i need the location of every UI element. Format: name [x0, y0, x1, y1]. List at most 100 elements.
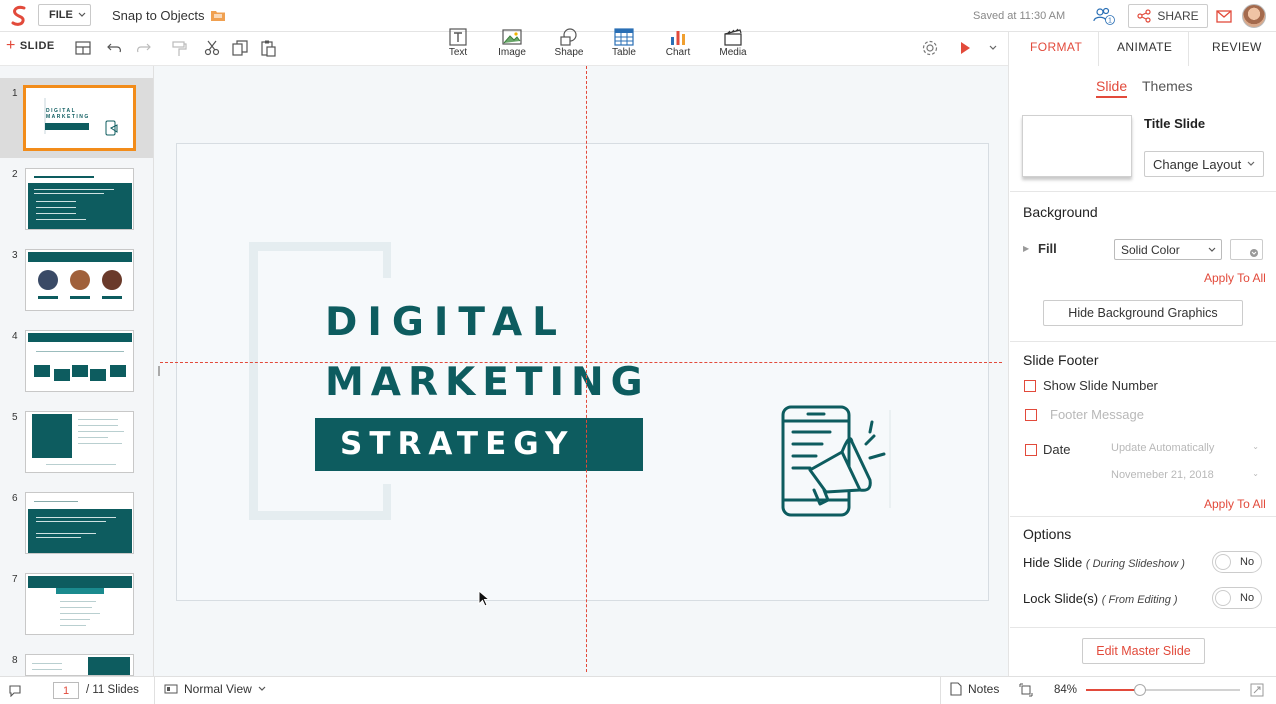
layout-icon[interactable] — [74, 39, 92, 57]
undo-icon[interactable] — [106, 39, 124, 57]
toggle-knob — [1215, 554, 1231, 570]
insert-table-label: Table — [612, 47, 636, 58]
play-icon[interactable] — [958, 40, 972, 56]
decorative-bracket — [383, 242, 391, 278]
format-painter-icon[interactable] — [170, 39, 188, 57]
insert-media-button[interactable]: Media — [711, 28, 755, 62]
slide-thumbnail-5[interactable] — [25, 411, 134, 473]
hide-background-graphics-button[interactable]: Hide Background Graphics — [1043, 300, 1243, 326]
layout-name: Title Slide — [1144, 116, 1206, 131]
shape-icon — [560, 28, 577, 46]
slide-number: 7 — [12, 574, 18, 585]
slide-thumbnail-1[interactable]: DIGITAL MARKETING — [23, 85, 136, 151]
user-avatar[interactable] — [1242, 4, 1266, 28]
expand-arrow-icon[interactable]: ▶ — [1023, 244, 1029, 253]
megaphone-phone-icon[interactable] — [780, 404, 892, 518]
tab-divider — [1098, 32, 1099, 66]
total-slides-label: / 11 Slides — [86, 684, 139, 696]
insert-table-button[interactable]: Table — [602, 28, 646, 62]
hide-slide-toggle[interactable]: No — [1212, 551, 1262, 573]
fullscreen-icon[interactable] — [1250, 683, 1264, 697]
mail-icon[interactable] — [1216, 8, 1234, 24]
lock-slide-hint: ( From Editing ) — [1101, 594, 1178, 606]
slide-thumbnail-6[interactable] — [25, 492, 134, 554]
chevron-down-icon — [1208, 247, 1216, 252]
slide-number: 1 — [12, 88, 18, 99]
snap-guide-vertical — [586, 66, 587, 672]
tab-review[interactable]: REVIEW — [1212, 40, 1262, 54]
section-divider — [1010, 627, 1276, 628]
date-mode-value: Update Automatically — [1111, 442, 1215, 454]
date-checkbox[interactable] — [1025, 444, 1037, 456]
toggle-knob — [1215, 590, 1231, 606]
share-button[interactable]: SHARE — [1128, 4, 1208, 28]
copy-icon[interactable] — [231, 39, 249, 57]
insert-text-label: Text — [448, 47, 468, 58]
slide-thumbnail-4[interactable] — [25, 330, 134, 392]
slide-title-line-3[interactable]: STRATEGY — [340, 426, 574, 462]
chart-icon — [671, 31, 685, 45]
insert-chart-label: Chart — [665, 47, 691, 58]
folder-icon[interactable] — [211, 9, 225, 21]
view-mode-select[interactable]: Normal View — [164, 682, 266, 696]
lock-slide-text: Lock Slide(s) — [1023, 591, 1099, 606]
slide-thumbnail-8[interactable] — [25, 654, 134, 676]
slide-thumbnail-2[interactable] — [25, 168, 134, 230]
insert-chart-button[interactable]: Chart — [656, 28, 700, 62]
date-format-select[interactable]: Novemeber 21, 2018 ⌄ — [1111, 469, 1259, 481]
layout-preview[interactable] — [1022, 115, 1132, 177]
slide-thumbnail-7[interactable] — [25, 573, 134, 635]
pane-resize-handle[interactable] — [158, 366, 160, 376]
plus-icon: + — [6, 37, 16, 54]
fill-color-picker[interactable] — [1230, 239, 1263, 260]
tab-format[interactable]: FORMAT — [1030, 40, 1082, 54]
file-menu-button[interactable]: FILE — [38, 4, 91, 26]
tab-divider — [1188, 32, 1189, 66]
notes-toggle[interactable]: Notes — [950, 682, 999, 696]
edit-master-slide-button[interactable]: Edit Master Slide — [1082, 638, 1205, 664]
chevron-down-icon — [78, 12, 86, 17]
insert-shape-button[interactable]: Shape — [547, 28, 591, 62]
apply-to-all-link[interactable]: Apply To All — [1204, 271, 1266, 285]
date-format-value: Novemeber 21, 2018 — [1111, 469, 1214, 481]
redo-icon[interactable] — [134, 39, 152, 57]
footer-message-checkbox[interactable] — [1025, 409, 1037, 421]
slide-number: 2 — [12, 169, 18, 180]
document-title[interactable]: Snap to Objects — [112, 8, 205, 23]
change-layout-button[interactable]: Change Layout — [1144, 151, 1264, 177]
slide-title-line-2[interactable]: MARKETING — [325, 360, 650, 405]
slide-thumbnail-3[interactable] — [25, 249, 134, 311]
add-slide-button[interactable]: + SLIDE — [6, 37, 55, 54]
section-divider — [1010, 191, 1276, 192]
collaborators-icon[interactable]: 1 — [1093, 7, 1115, 25]
date-mode-select[interactable]: Update Automatically ⌄ — [1111, 442, 1259, 454]
footer-message-field[interactable]: Footer Message — [1050, 407, 1144, 422]
insert-image-button[interactable]: Image — [490, 28, 534, 62]
slide-title-line-1[interactable]: DIGITAL — [325, 300, 567, 345]
subtab-themes[interactable]: Themes — [1142, 78, 1193, 94]
lock-slide-toggle[interactable]: No — [1212, 587, 1262, 609]
comments-icon[interactable] — [8, 683, 22, 697]
fit-slide-icon[interactable] — [1019, 683, 1033, 697]
media-icon — [724, 28, 742, 46]
cut-icon[interactable] — [203, 39, 221, 57]
hide-slide-text: Hide Slide — [1023, 555, 1083, 570]
chevron-down-icon — [1247, 161, 1255, 166]
subtab-slide[interactable]: Slide — [1096, 78, 1128, 98]
slide-number: 8 — [12, 655, 18, 666]
paste-icon[interactable] — [259, 39, 277, 57]
tab-animate[interactable]: ANIMATE — [1117, 40, 1172, 54]
app-logo-icon[interactable] — [10, 5, 28, 27]
slide-number: 6 — [12, 493, 18, 504]
show-slide-number-checkbox[interactable] — [1024, 380, 1036, 392]
insert-text-button[interactable]: Text — [436, 28, 480, 62]
chevron-down-icon[interactable] — [988, 44, 998, 52]
zoom-slider-handle[interactable] — [1134, 684, 1146, 696]
slide-number: 3 — [12, 250, 18, 261]
save-status: Saved at 11:30 AM — [973, 10, 1066, 22]
apply-to-all-link[interactable]: Apply To All — [1204, 497, 1266, 511]
page-number-input[interactable]: 1 — [53, 682, 79, 699]
slide-number: 5 — [12, 412, 18, 423]
settings-icon[interactable] — [921, 39, 939, 57]
fill-type-select[interactable]: Solid Color — [1114, 239, 1222, 260]
